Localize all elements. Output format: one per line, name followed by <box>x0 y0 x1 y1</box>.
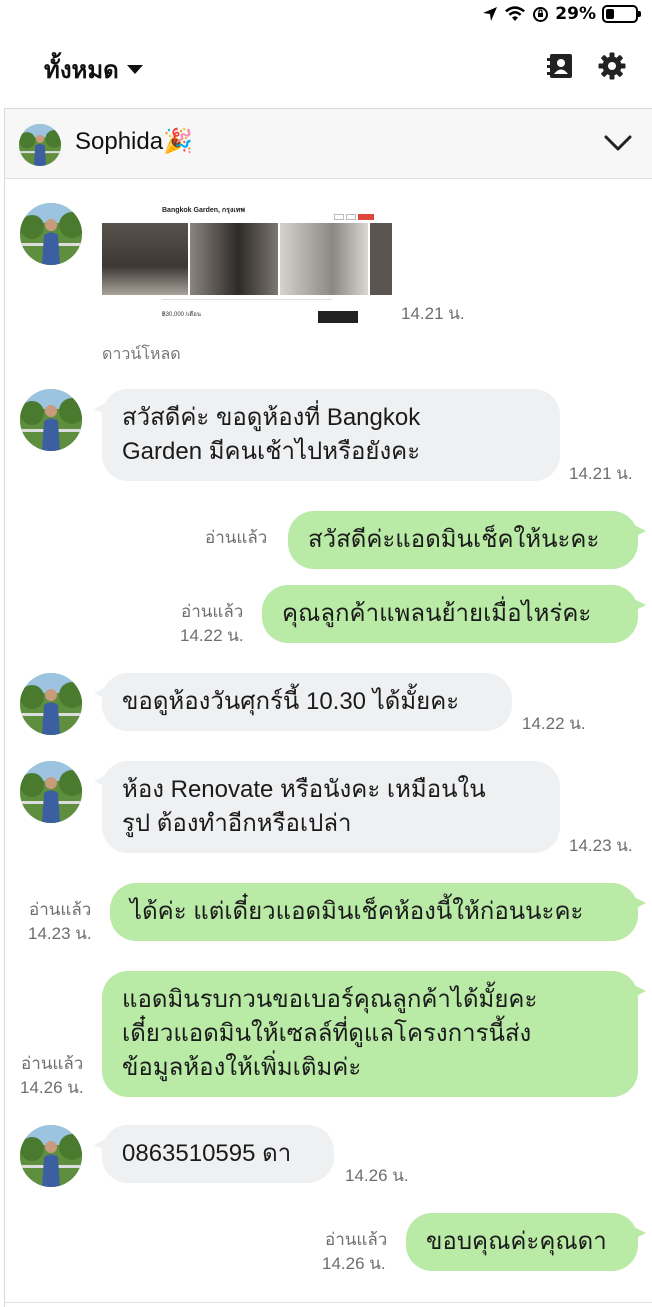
divider <box>5 1302 652 1303</box>
avatar-photo <box>20 761 82 823</box>
contact-avatar[interactable] <box>19 124 61 166</box>
contact-button <box>358 214 374 220</box>
battery-percent: 29% <box>555 4 596 24</box>
sender-avatar[interactable] <box>20 203 82 265</box>
listing-title: Bangkok Garden, กรุงเทพ <box>162 207 245 214</box>
room-photo <box>370 223 392 295</box>
incoming-message[interactable]: ห้อง Renovate หรือนังคะ เหมือนใน รูป ต้อ… <box>94 761 560 853</box>
app-header: ทั้งหมด <box>0 32 652 108</box>
chevron-down-icon[interactable] <box>603 131 633 155</box>
sender-avatar[interactable] <box>20 389 82 451</box>
message-time: 14.22 น. <box>180 626 244 645</box>
wifi-icon <box>505 6 526 21</box>
avatar-photo <box>20 389 82 451</box>
battery-icon <box>602 5 641 23</box>
share-icon <box>334 214 344 220</box>
avatar-photo <box>20 203 82 265</box>
incoming-message[interactable]: 0863510595 ดา <box>94 1125 334 1183</box>
room-photo <box>190 223 278 295</box>
incoming-message[interactable]: ขอดูห้องวันศุกร์นี้ 10.30 ได้มั้ยคะ <box>94 673 512 731</box>
download-link[interactable]: ดาวน์โหลด <box>102 342 181 367</box>
read-receipt: อ่านแล้ว <box>29 900 92 919</box>
room-photo <box>102 223 188 295</box>
read-receipt: อ่านแล้ว <box>181 602 244 621</box>
chat-header[interactable]: Sophida🎉 <box>5 109 652 179</box>
orientation-lock-icon <box>533 6 549 22</box>
listing-image-message[interactable]: Bangkok Garden, กรุงเทพ ฿30,000 /เดือน <box>102 201 392 323</box>
status-icons: 29% <box>482 4 641 24</box>
avatar-photo <box>20 673 82 735</box>
incoming-message[interactable]: สวัสดีค่ะ ขอดูห้องที่ Bangkok Garden มีค… <box>94 389 560 481</box>
sender-avatar[interactable] <box>20 1125 82 1187</box>
gear-icon[interactable] <box>597 51 627 81</box>
status-bar: 29% <box>0 0 652 32</box>
outgoing-message[interactable]: แอดมินรบกวนขอเบอร์คุณลูกค้าได้มั้ยคะ เดี… <box>102 971 646 1097</box>
chat-filter-dropdown[interactable]: ทั้งหมด <box>44 50 143 89</box>
message-time: 14.23 น. <box>28 924 92 943</box>
chat-panel: Sophida🎉 Bangkok Garden, กรุงเทพ ฿30,000… <box>4 108 652 1307</box>
heart-icon <box>346 214 356 220</box>
contact-name: Sophida🎉 <box>75 128 193 155</box>
message-time: 14.23 น. <box>569 836 633 855</box>
message-time: 14.21 น. <box>569 464 633 483</box>
read-receipt: อ่านแล้ว <box>325 1230 388 1249</box>
battery-fill <box>606 9 615 19</box>
sender-avatar[interactable] <box>20 673 82 735</box>
divider <box>162 299 332 300</box>
outgoing-message[interactable]: สวัสดีค่ะแอดมินเช็คให้นะคะ <box>288 511 646 569</box>
chat-filter-label: ทั้งหมด <box>44 56 119 84</box>
read-receipt: อ่านแล้ว <box>21 1054 84 1073</box>
location-arrow-icon <box>483 7 498 21</box>
listing-price: ฿30,000 /เดือน <box>162 312 201 318</box>
avatar-photo <box>20 1125 82 1187</box>
listing-photos <box>102 223 392 295</box>
outgoing-message[interactable]: ได้ค่ะ แต่เดี๋ยวแอดมินเช็คห้องนี้ให้ก่อน… <box>110 883 646 941</box>
map-thumbnail <box>318 311 358 323</box>
read-receipt: อ่านแล้ว <box>205 528 268 547</box>
message-time: 14.26 น. <box>20 1078 84 1097</box>
sender-avatar[interactable] <box>20 761 82 823</box>
contacts-icon[interactable] <box>546 51 576 81</box>
outgoing-message[interactable]: คุณลูกค้าแพลนย้ายเมื่อไหร่คะ <box>262 585 646 643</box>
message-time: 14.26 น. <box>322 1254 386 1273</box>
message-time: 14.22 น. <box>522 714 586 733</box>
avatar-photo <box>19 124 61 166</box>
message-time: 14.26 น. <box>345 1166 409 1185</box>
message-time: 14.21 น. <box>401 304 465 323</box>
caret-down-icon <box>126 65 143 74</box>
outgoing-message[interactable]: ขอบคุณค่ะคุณดา <box>406 1213 646 1271</box>
room-photo <box>280 223 368 295</box>
